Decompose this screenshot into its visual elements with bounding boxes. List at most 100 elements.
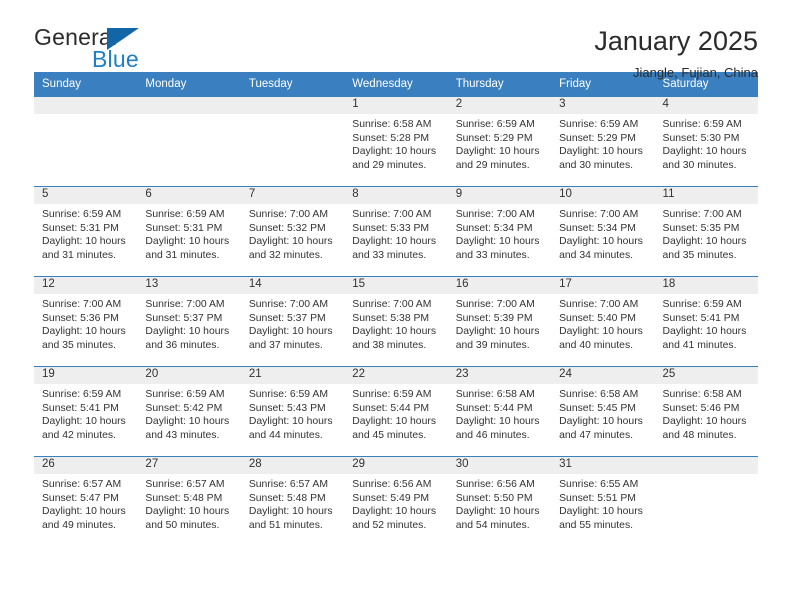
sunset-text: Sunset: 5:38 PM	[352, 312, 430, 324]
general-blue-logo[interactable]: General Blue	[34, 26, 164, 74]
calendar-day-cell[interactable]: 5 Sunrise: 6:59 AM Sunset: 5:31 PM Daylight…	[34, 186, 138, 277]
calendar-day-cell[interactable]: 9 Sunrise: 7:00 AM Sunset: 5:34 PM Daylight…	[447, 186, 552, 277]
day-details: Sunrise: 7:00 AM Sunset: 5:39 PM Daylight:…	[448, 294, 551, 352]
sunrise-text: Sunrise: 7:00 AM	[352, 299, 432, 310]
day-details: Sunrise: 6:59 AM Sunset: 5:30 PM Daylight:…	[655, 114, 758, 172]
calendar-day-cell[interactable]: 3 Sunrise: 6:59 AM Sunset: 5:29 PM Daylight…	[551, 96, 655, 187]
daylight-text: Daylight: 10 hours and 47 minutes.	[559, 416, 643, 441]
day-details: Sunrise: 6:55 AM Sunset: 5:51 PM Daylight:…	[551, 474, 654, 532]
day-number: 2	[447, 97, 552, 114]
day-number: 29	[344, 457, 448, 474]
calendar-day-cell[interactable]: 20 Sunrise: 6:59 AM Sunset: 5:42 PM Dayligh…	[137, 366, 241, 457]
calendar-day-cell[interactable]: 16 Sunrise: 7:00 AM Sunset: 5:39 PM Dayligh…	[447, 276, 552, 367]
day-number: 23	[447, 367, 552, 384]
calendar-day-cell[interactable]: 11 Sunrise: 7:00 AM Sunset: 5:35 PM Dayligh…	[654, 186, 758, 277]
calendar-day-cell[interactable]: 30 Sunrise: 6:56 AM Sunset: 5:50 PM Dayligh…	[447, 456, 552, 546]
calendar-table: Sunday Monday Tuesday Wednesday Thursday Frid…	[34, 72, 758, 546]
calendar-day-cell[interactable]: 13 Sunrise: 7:00 AM Sunset: 5:37 PM Dayligh…	[137, 276, 241, 367]
sunrise-text: Sunrise: 6:58 AM	[662, 389, 742, 400]
sunrise-text: Sunrise: 6:59 AM	[455, 119, 535, 130]
daylight-text: Daylight: 10 hours and 36 minutes.	[145, 326, 230, 351]
calendar-day-cell[interactable]: 19 Sunrise: 6:59 AM Sunset: 5:41 PM Dayligh…	[34, 366, 138, 457]
calendar-day-cell[interactable]: 23 Sunrise: 6:58 AM Sunset: 5:44 PM Dayligh…	[447, 366, 552, 457]
calendar-day-cell[interactable]: 21 Sunrise: 6:59 AM Sunset: 5:43 PM Dayligh…	[240, 366, 345, 457]
daylight-text: Daylight: 10 hours and 37 minutes.	[248, 326, 333, 351]
calendar-week-row: 5 Sunrise: 6:59 AM Sunset: 5:31 PM Daylight…	[34, 186, 758, 277]
sunset-text: Sunset: 5:48 PM	[145, 492, 223, 504]
calendar-day-cell[interactable]: 6 Sunrise: 6:59 AM Sunset: 5:31 PM Daylight…	[137, 186, 241, 277]
calendar-week-row: 26 Sunrise: 6:57 AM Sunset: 5:47 PM Dayligh…	[34, 456, 758, 546]
day-number: 9	[447, 187, 552, 204]
calendar-day-cell[interactable]: 7 Sunrise: 7:00 AM Sunset: 5:32 PM Daylight…	[240, 186, 345, 277]
daylight-text: Daylight: 10 hours and 52 minutes.	[352, 506, 437, 531]
calendar-day-cell-empty	[654, 456, 758, 546]
daylight-text: Daylight: 10 hours and 43 minutes.	[145, 416, 230, 441]
day-details: Sunrise: 7:00 AM Sunset: 5:37 PM Daylight:…	[137, 294, 240, 352]
calendar-page: General Blue January 2025 Jiangle, Fujia…	[0, 0, 792, 612]
sunset-text: Sunset: 5:41 PM	[662, 312, 740, 324]
day-number: 4	[654, 97, 758, 114]
sunrise-text: Sunrise: 6:58 AM	[559, 389, 639, 400]
calendar-day-cell[interactable]: 4 Sunrise: 6:59 AM Sunset: 5:30 PM Daylight…	[654, 96, 758, 187]
day-number: 24	[551, 367, 655, 384]
daylight-text: Daylight: 10 hours and 50 minutes.	[145, 506, 230, 531]
day-number	[34, 97, 138, 114]
sunrise-text: Sunrise: 6:59 AM	[662, 299, 742, 310]
sunset-text: Sunset: 5:31 PM	[145, 222, 223, 234]
weekday-header-wednesday: Wednesday	[344, 72, 448, 97]
day-number: 19	[34, 367, 138, 384]
day-details: Sunrise: 6:57 AM Sunset: 5:47 PM Daylight:…	[34, 474, 137, 532]
calendar-day-cell[interactable]: 17 Sunrise: 7:00 AM Sunset: 5:40 PM Dayligh…	[551, 276, 655, 367]
sunset-text: Sunset: 5:45 PM	[559, 402, 636, 414]
day-details: Sunrise: 7:00 AM Sunset: 5:38 PM Daylight:…	[344, 294, 447, 352]
day-details: Sunrise: 7:00 AM Sunset: 5:40 PM Daylight:…	[551, 294, 654, 352]
calendar-day-cell[interactable]: 14 Sunrise: 7:00 AM Sunset: 5:37 PM Dayligh…	[240, 276, 345, 367]
day-details: Sunrise: 6:56 AM Sunset: 5:49 PM Daylight:…	[344, 474, 447, 532]
sunrise-text: Sunrise: 6:58 AM	[352, 119, 432, 130]
calendar-day-cell[interactable]: 27 Sunrise: 6:57 AM Sunset: 5:48 PM Dayligh…	[137, 456, 241, 546]
day-details: Sunrise: 6:59 AM Sunset: 5:31 PM Daylight:…	[137, 204, 240, 262]
calendar-day-cell[interactable]: 10 Sunrise: 7:00 AM Sunset: 5:34 PM Dayligh…	[551, 186, 655, 277]
day-number: 30	[447, 457, 552, 474]
calendar-day-cell[interactable]: 18 Sunrise: 6:59 AM Sunset: 5:41 PM Dayligh…	[654, 276, 758, 367]
calendar-day-cell[interactable]: 2 Sunrise: 6:59 AM Sunset: 5:29 PM Daylight…	[447, 96, 552, 187]
calendar-day-cell[interactable]: 1 Sunrise: 6:58 AM Sunset: 5:28 PM Daylight…	[344, 96, 448, 187]
calendar-day-cell[interactable]: 8 Sunrise: 7:00 AM Sunset: 5:33 PM Daylight…	[344, 186, 448, 277]
sunset-text: Sunset: 5:28 PM	[352, 132, 430, 144]
day-number: 27	[137, 457, 241, 474]
day-details: Sunrise: 7:00 AM Sunset: 5:37 PM Daylight:…	[241, 294, 344, 352]
calendar-day-cell[interactable]: 25 Sunrise: 6:58 AM Sunset: 5:46 PM Dayligh…	[654, 366, 758, 457]
sunset-text: Sunset: 5:46 PM	[662, 402, 740, 414]
sunrise-text: Sunrise: 7:00 AM	[248, 299, 328, 310]
calendar-day-cell[interactable]: 22 Sunrise: 6:59 AM Sunset: 5:44 PM Dayligh…	[344, 366, 448, 457]
daylight-text: Daylight: 10 hours and 30 minutes.	[559, 146, 643, 171]
day-number: 3	[551, 97, 655, 114]
daylight-text: Daylight: 10 hours and 35 minutes.	[42, 326, 126, 351]
sunset-text: Sunset: 5:51 PM	[559, 492, 636, 504]
sunrise-text: Sunrise: 7:00 AM	[662, 209, 742, 220]
calendar-week-row: 12 Sunrise: 7:00 AM Sunset: 5:36 PM Dayligh…	[34, 276, 758, 367]
calendar-day-cell[interactable]: 24 Sunrise: 6:58 AM Sunset: 5:45 PM Dayligh…	[551, 366, 655, 457]
sunrise-text: Sunrise: 6:56 AM	[455, 479, 535, 490]
day-number: 1	[344, 97, 448, 114]
calendar-body: 1 Sunrise: 6:58 AM Sunset: 5:28 PM Daylight…	[34, 96, 758, 546]
daylight-text: Daylight: 10 hours and 45 minutes.	[352, 416, 437, 441]
day-details: Sunrise: 6:57 AM Sunset: 5:48 PM Daylight:…	[137, 474, 240, 532]
day-details: Sunrise: 7:00 AM Sunset: 5:35 PM Daylight:…	[655, 204, 758, 262]
sunset-text: Sunset: 5:30 PM	[662, 132, 740, 144]
calendar-day-cell[interactable]: 15 Sunrise: 7:00 AM Sunset: 5:38 PM Dayligh…	[344, 276, 448, 367]
day-number: 11	[654, 187, 758, 204]
day-number: 6	[137, 187, 241, 204]
sunset-text: Sunset: 5:29 PM	[455, 132, 533, 144]
calendar-day-cell[interactable]: 29 Sunrise: 6:56 AM Sunset: 5:49 PM Dayligh…	[344, 456, 448, 546]
day-details: Sunrise: 6:58 AM Sunset: 5:28 PM Daylight:…	[344, 114, 447, 172]
calendar-day-cell[interactable]: 26 Sunrise: 6:57 AM Sunset: 5:47 PM Dayligh…	[34, 456, 138, 546]
day-number	[654, 457, 758, 474]
sunset-text: Sunset: 5:37 PM	[145, 312, 223, 324]
calendar-day-cell[interactable]: 31 Sunrise: 6:55 AM Sunset: 5:51 PM Dayligh…	[551, 456, 655, 546]
calendar-day-cell[interactable]: 28 Sunrise: 6:57 AM Sunset: 5:48 PM Dayligh…	[240, 456, 345, 546]
day-number: 22	[344, 367, 448, 384]
calendar-day-cell[interactable]: 12 Sunrise: 7:00 AM Sunset: 5:36 PM Dayligh…	[34, 276, 138, 367]
sunset-text: Sunset: 5:33 PM	[352, 222, 430, 234]
daylight-text: Daylight: 10 hours and 33 minutes.	[455, 236, 540, 261]
